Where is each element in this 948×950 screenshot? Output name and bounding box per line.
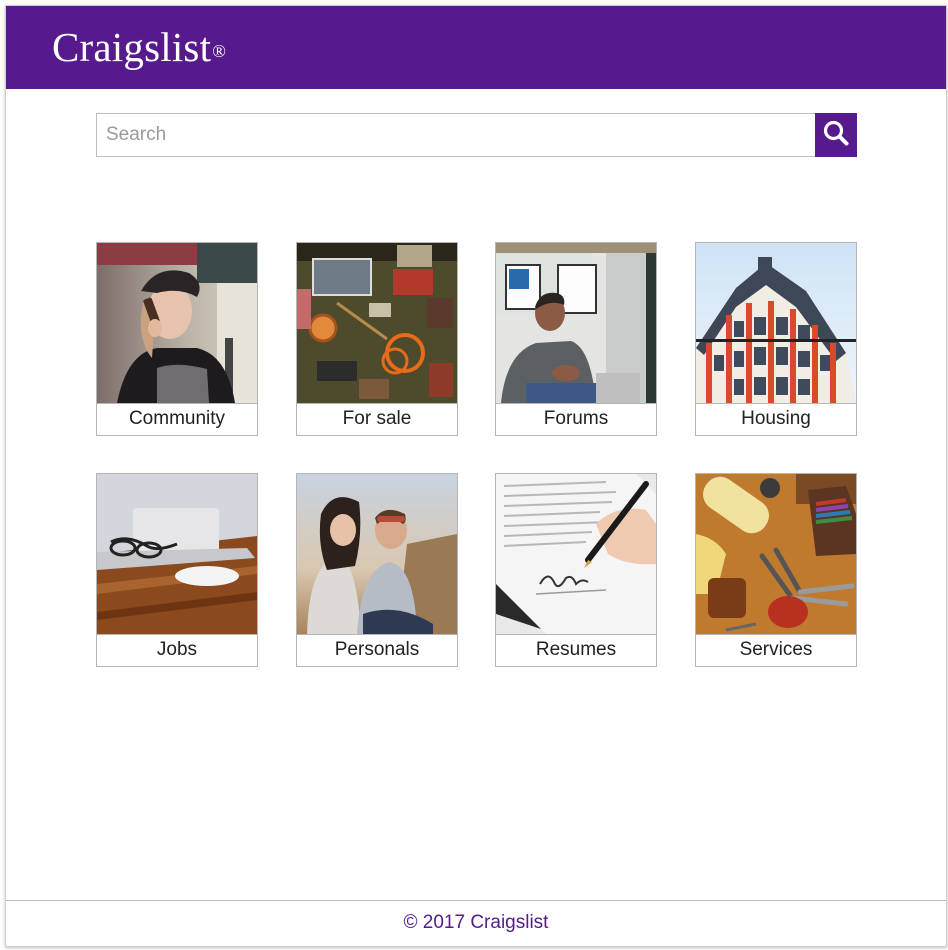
category-label: For sale — [297, 403, 457, 435]
category-label: Personals — [297, 634, 457, 666]
category-label: Jobs — [97, 634, 257, 666]
header-bar: Craigslist® — [6, 6, 946, 89]
brand-logo[interactable]: Craigslist® — [52, 23, 226, 71]
category-tile-forums[interactable]: Forums — [495, 242, 657, 436]
search-button[interactable] — [815, 113, 857, 157]
apartment-building-photo — [696, 243, 856, 403]
trademark-symbol: ® — [212, 41, 227, 61]
copyright-text: © 2017 Craigslist — [403, 912, 549, 933]
search-input[interactable] — [96, 113, 816, 157]
couple-laughing-photo — [297, 474, 457, 634]
category-tile-jobs[interactable]: Jobs — [96, 473, 258, 667]
signing-document-photo — [496, 474, 656, 634]
page-frame: Craigslist® Search Community For sale Fo… — [5, 5, 947, 947]
category-tile-resumes[interactable]: Resumes — [495, 473, 657, 667]
footer: © 2017 Craigslist — [6, 900, 946, 946]
man-talking-photo — [496, 243, 656, 403]
category-label: Forums — [496, 403, 656, 435]
category-tile-personals[interactable]: Personals — [296, 473, 458, 667]
category-label: Services — [696, 634, 856, 666]
category-tile-community[interactable]: Community — [96, 242, 258, 436]
tools-photo — [696, 474, 856, 634]
category-tile-housing[interactable]: Housing — [695, 242, 857, 436]
category-tile-for-sale[interactable]: For sale — [296, 242, 458, 436]
flea-market-items-photo — [297, 243, 457, 403]
brand-title: Craigslist — [52, 24, 212, 70]
search-bar — [96, 113, 857, 157]
category-label: Resumes — [496, 634, 656, 666]
category-label: Housing — [696, 403, 856, 435]
search-icon — [823, 120, 849, 151]
laptop-desk-photo — [97, 474, 257, 634]
category-label: Community — [97, 403, 257, 435]
woman-on-phone-photo — [97, 243, 257, 403]
category-tile-services[interactable]: Services — [695, 473, 857, 667]
